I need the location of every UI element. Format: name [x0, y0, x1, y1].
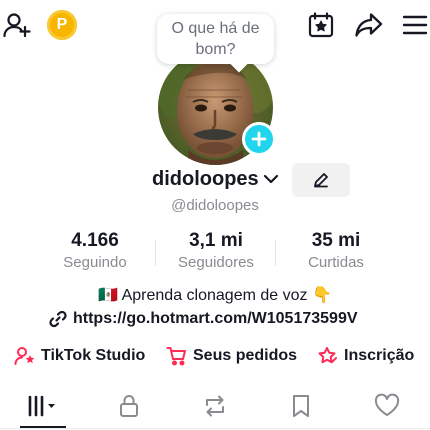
tab-videos[interactable]	[0, 388, 86, 424]
status-bubble[interactable]: O que há de bom?	[157, 14, 274, 64]
heart-icon	[374, 393, 400, 416]
add-user-icon[interactable]	[0, 8, 34, 42]
stat-label: Curtidas	[308, 254, 364, 271]
action-label: Seus pedidos	[193, 347, 298, 364]
stat-following[interactable]: 4.166 Seguindo	[40, 230, 150, 271]
calendar-star-icon[interactable]	[304, 8, 338, 42]
stat-label: Seguindo	[63, 254, 127, 271]
pencil-icon	[314, 173, 328, 188]
stat-likes[interactable]: 35 mi Curtidas	[281, 230, 391, 271]
status-bubble-text: O que há de bom?	[171, 20, 260, 58]
coin-letter: P	[56, 16, 68, 33]
bio-text: 🇲🇽 Aprenda clonagem de voz 👇	[98, 287, 332, 304]
tab-saved[interactable]	[258, 388, 344, 424]
stat-divider	[155, 240, 156, 266]
stat-followers[interactable]: 3,1 mi Seguidores	[161, 230, 271, 271]
studio-icon	[14, 347, 35, 365]
lock-icon	[120, 395, 138, 417]
profile-tabs	[0, 388, 430, 428]
tabs-divider	[0, 428, 430, 429]
stat-value: 4.166	[71, 230, 119, 251]
tab-liked[interactable]	[344, 388, 430, 424]
tab-private[interactable]	[86, 388, 172, 424]
stat-divider	[275, 240, 276, 266]
action-label: Inscrição	[344, 347, 415, 364]
bio-link[interactable]: https://go.hotmart.com/W105173599V	[48, 309, 358, 329]
subscription-button[interactable]: Inscrição	[317, 345, 414, 367]
action-label: TikTok Studio	[41, 347, 146, 364]
star-badge-icon	[318, 347, 337, 364]
add-avatar-button[interactable]	[242, 122, 276, 156]
cart-icon	[166, 347, 186, 366]
username[interactable]: didoloopes	[152, 168, 259, 191]
tab-reposts[interactable]	[172, 388, 258, 424]
link-icon	[49, 310, 67, 328]
edit-profile-button[interactable]	[292, 163, 350, 197]
repost-icon	[206, 395, 224, 417]
menu-icon[interactable]	[398, 8, 430, 42]
grid-icon	[28, 395, 55, 417]
stat-value: 35 mi	[311, 230, 361, 251]
stat-label: Seguidores	[178, 254, 254, 271]
stat-value: 3,1 mi	[189, 230, 243, 251]
coin-icon[interactable]: P	[47, 10, 77, 40]
bookmark-icon	[293, 395, 309, 417]
bio-link-text: https://go.hotmart.com/W105173599V	[73, 310, 358, 327]
tiktok-studio-button[interactable]: TikTok Studio	[14, 345, 145, 367]
share-icon[interactable]	[352, 8, 386, 42]
user-handle: @didoloopes	[171, 197, 259, 214]
orders-button[interactable]: Seus pedidos	[166, 345, 297, 367]
chevron-down-icon[interactable]	[262, 170, 280, 193]
